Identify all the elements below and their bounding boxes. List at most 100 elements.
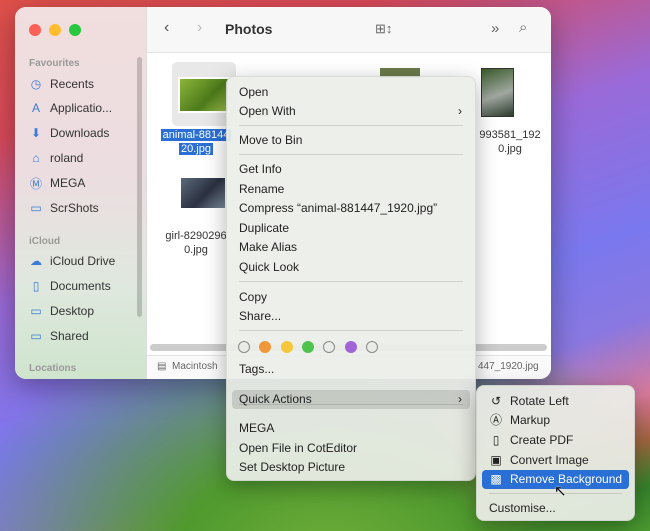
quick-actions-submenu: ↺ Rotate Left Ⓐ Markup ▯ Create PDF ▣ Convert I… (476, 385, 635, 521)
menu-item-mega[interactable]: MEGA (232, 419, 470, 438)
disk-icon: ▤ (157, 361, 167, 372)
remove-background-icon: ▩ (490, 472, 502, 486)
rotate-left-icon: ↺ (490, 394, 502, 408)
menu-item-label: Open With (239, 104, 296, 118)
sidebar-item-label: Desktop (50, 304, 95, 318)
zoom-button[interactable] (69, 24, 81, 36)
menu-separator (239, 125, 463, 126)
close-button[interactable] (29, 24, 41, 36)
sidebar-item-iclouddrive[interactable]: ☁ iCloud Drive (29, 251, 115, 271)
menu-item-duplicate[interactable]: Duplicate (232, 219, 470, 238)
path-item-macintosh[interactable]: Macintosh (172, 361, 218, 372)
file-name-animal[interactable]: animal-88144 20.jpg (156, 128, 236, 156)
document-icon: ▯ (32, 279, 40, 293)
sidebar-scrollbar[interactable] (137, 57, 142, 317)
sidebar: Favourites iCloud Locations ◷ Recents A App… (15, 7, 147, 379)
download-icon: ⬇ (30, 126, 42, 140)
menu-item-compress-animal-jpg[interactable]: Compress “animal-881447_1920.jpg” (232, 199, 470, 218)
customise-label: Customise... (489, 501, 556, 515)
more-toolbar-icon[interactable]: » (491, 20, 499, 37)
menu-item-copy[interactable]: Copy (232, 288, 470, 307)
path-item-file[interactable]: 447_1920.jpg (478, 361, 539, 372)
tag-color-f0973a[interactable] (259, 341, 272, 353)
folder-icon: ▭ (30, 201, 42, 215)
section-icloud: iCloud (29, 236, 61, 247)
sidebar-item-shared[interactable]: ▭ Shared (29, 326, 89, 346)
minimize-button[interactable] (49, 24, 61, 36)
file-name-girl[interactable]: girl-8290296 0.jpg (156, 229, 236, 257)
clock-icon: ◷ (30, 77, 42, 91)
menu-item-share[interactable]: Share... (232, 307, 470, 326)
quick-action-markup[interactable]: Ⓐ Markup (482, 411, 629, 430)
menu-item-quick-look[interactable]: Quick Look (232, 258, 470, 277)
sidebar-item-roland[interactable]: ⌂ roland (29, 148, 83, 168)
sidebar-item-desktop[interactable]: ▭ Desktop (29, 301, 94, 321)
cloud-icon: ☁ (30, 254, 42, 268)
menu-item-open[interactable]: Open (232, 83, 470, 102)
back-icon[interactable]: ‹ (164, 19, 169, 37)
menu-item-rename[interactable]: Rename (232, 180, 470, 199)
menu-item-label: Open (239, 85, 269, 99)
menu-item-move-to-bin[interactable]: Move to Bin (232, 131, 470, 150)
window-title: Photos (225, 21, 273, 37)
mega-icon: Ⓜ (29, 176, 42, 191)
mouse-cursor-icon: ↖ (554, 483, 567, 500)
tag-color-a064d6[interactable] (344, 341, 357, 353)
file-thumbnail-animal[interactable] (178, 77, 230, 113)
menu-item-get-info[interactable]: Get Info (232, 160, 470, 179)
menu-separator (239, 154, 463, 155)
customise-button[interactable]: Customise... (482, 499, 629, 518)
toolbar: ‹ › Photos ⊞↕ » ⌕ (147, 7, 551, 53)
sidebar-item-label: Downloads (50, 126, 110, 140)
home-icon: ⌂ (32, 151, 40, 165)
menu-item-label: Set Desktop Picture (239, 460, 346, 474)
sidebar-item-label: Shared (50, 329, 89, 343)
menu-item-open-with[interactable]: Open With › (232, 102, 470, 121)
forward-icon[interactable]: › (197, 19, 202, 37)
section-locations: Locations (29, 363, 77, 374)
chevron-right-icon: › (458, 392, 462, 406)
sidebar-item-mega[interactable]: Ⓜ MEGA (29, 173, 85, 193)
file-thumbnail-girl[interactable] (179, 176, 227, 210)
sidebar-item-label: Applicatio... (50, 101, 113, 115)
menu-item-make-alias[interactable]: Make Alias (232, 238, 470, 257)
sidebar-item-documents[interactable]: ▯ Documents (29, 276, 111, 296)
sidebar-item-label: roland (50, 151, 84, 165)
quick-action-rotate-left[interactable]: ↺ Rotate Left (482, 392, 629, 411)
tag-color-none[interactable] (238, 341, 250, 353)
menu-item-label: Quick Look (239, 260, 300, 274)
menu-item-label: Get Info (239, 162, 282, 176)
menu-item-label: Compress “animal-881447_1920.jpg” (239, 201, 438, 215)
tag-color-none[interactable] (323, 341, 336, 353)
quick-action-label: Rotate Left (510, 394, 569, 408)
section-favourites: Favourites (29, 58, 80, 69)
desktop-icon: ▭ (30, 304, 42, 318)
file-thumbnail-cat[interactable] (481, 68, 514, 117)
menu-item-label: Make Alias (239, 240, 298, 254)
sidebar-item-applicatio[interactable]: A Applicatio... (29, 98, 112, 118)
applications-icon: A (31, 101, 40, 115)
quick-action-label: Create PDF (510, 433, 574, 447)
context-menu: Open Open With › Move to Bin Get Info Rename C… (226, 76, 476, 481)
menu-item-set-desktop-picture[interactable]: Set Desktop Picture (232, 458, 470, 477)
sidebar-item-label: MEGA (50, 176, 86, 190)
sidebar-item-downloads[interactable]: ⬇ Downloads (29, 123, 109, 143)
menu-item-tags[interactable]: Tags... (232, 360, 470, 379)
sidebar-item-scrshots[interactable]: ▭ ScrShots (29, 198, 98, 218)
file-name-cat[interactable]: 993581_192 0.jpg (473, 128, 547, 156)
tag-color-4fc24f[interactable] (301, 341, 314, 353)
tag-color-none[interactable] (365, 341, 378, 353)
tag-color-f5c73a[interactable] (280, 341, 293, 353)
view-grid-icon[interactable]: ⊞↕ (375, 21, 392, 37)
menu-item-open-file-in-coteditor[interactable]: Open File in CotEditor (232, 439, 470, 458)
sidebar-item-label: Documents (50, 279, 111, 293)
quick-action-create-pdf[interactable]: ▯ Create PDF (482, 431, 629, 450)
menu-item-quick-actions[interactable]: Quick Actions › (232, 390, 470, 409)
quick-action-convert-image[interactable]: ▣ Convert Image (482, 451, 629, 470)
menu-item-label: Duplicate (239, 221, 290, 235)
sidebar-item-recents[interactable]: ◷ Recents (29, 74, 94, 94)
menu-separator (239, 281, 463, 282)
search-icon[interactable]: ⌕ (519, 19, 527, 36)
convert-image-icon: ▣ (490, 453, 502, 467)
quick-action-label: Convert Image (510, 453, 589, 467)
